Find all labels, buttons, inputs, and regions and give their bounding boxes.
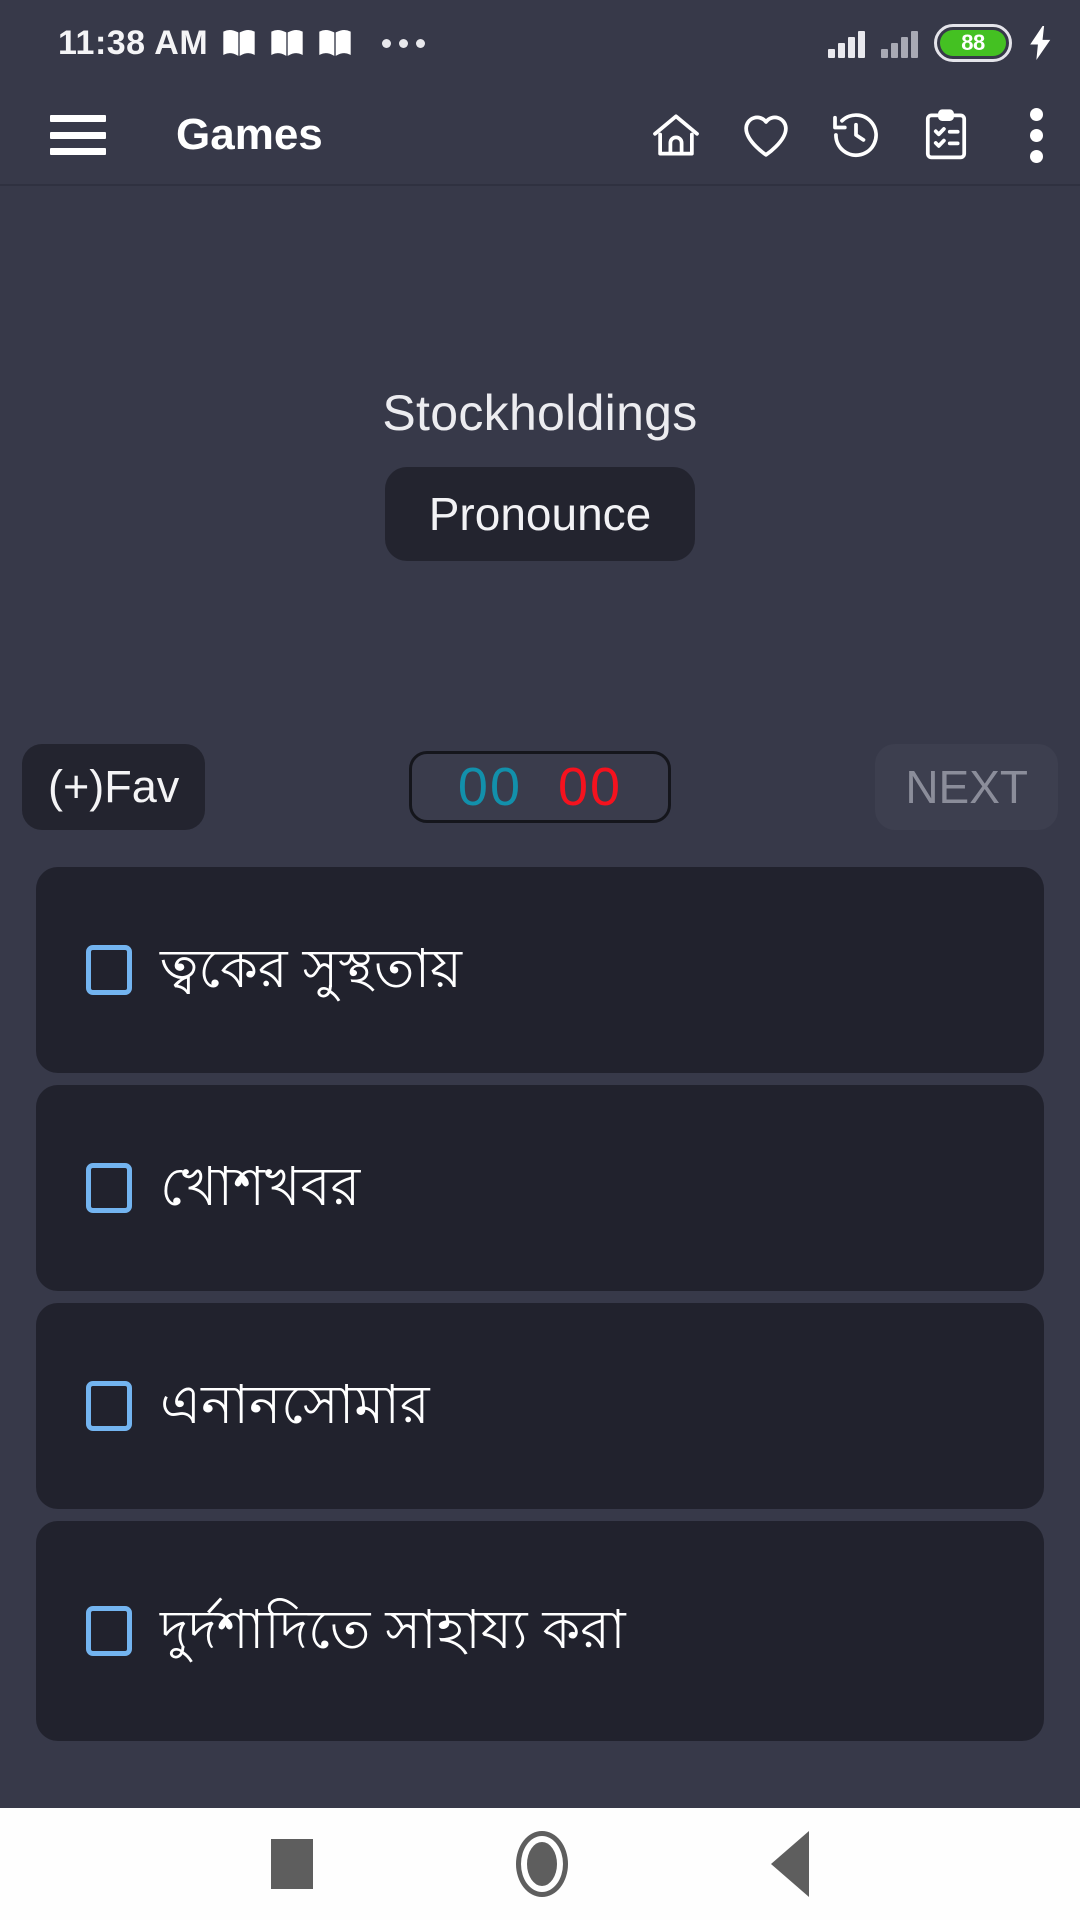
book-icon [223, 29, 255, 56]
option-checkbox[interactable] [86, 1381, 132, 1431]
control-row: (+)Fav 00 00 NEXT [0, 739, 1080, 835]
battery-icon: 88 [934, 24, 1012, 62]
app-bar: Games [0, 86, 1080, 186]
app-bar-actions [648, 107, 1058, 163]
option-card[interactable]: এনানসোমার [36, 1303, 1044, 1509]
clipboard-checklist-icon[interactable] [918, 107, 974, 163]
circle-home-icon[interactable] [515, 1831, 568, 1897]
history-icon[interactable] [828, 107, 884, 163]
option-card[interactable]: দুর্দশাদিতে সাহায্য করা [36, 1521, 1044, 1741]
lightning-bolt-icon [1030, 26, 1051, 60]
status-bar-right: 88 [828, 24, 1054, 62]
option-card[interactable]: ত্বকের সুস্থতায় [36, 867, 1044, 1073]
option-label: ত্বকের সুস্থতায় [160, 939, 462, 1000]
book-icon [271, 29, 303, 56]
signal-bars-icon [828, 28, 865, 58]
android-nav-bar [0, 1808, 1080, 1920]
score-box: 00 00 [409, 751, 671, 823]
status-bar-left: 11:38 AM [58, 23, 426, 63]
option-checkbox[interactable] [86, 945, 132, 995]
phone-screen: 11:38 AM 88 Games Stockholdings Pronounc… [0, 0, 1080, 1920]
pronounce-button[interactable]: Pronounce [384, 467, 696, 561]
option-label: দুর্দশাদিতে সাহায্য করা [160, 1600, 626, 1661]
triangle-back-icon[interactable] [770, 1831, 809, 1897]
add-favorite-button[interactable]: (+)Fav [22, 744, 206, 830]
home-icon[interactable] [648, 107, 704, 163]
status-time: 11:38 AM [58, 23, 209, 62]
signal-bars-icon [881, 28, 918, 58]
hamburger-menu-icon[interactable] [50, 115, 106, 155]
kebab-menu-icon[interactable] [1014, 107, 1058, 163]
option-label: খোশখবর [160, 1157, 361, 1218]
word-block: Stockholdings Pronounce [0, 386, 1080, 561]
battery-level-label: 88 [940, 30, 1006, 56]
score-wrong: 00 [558, 757, 623, 817]
main-content: Stockholdings Pronounce (+)Fav 00 00 NEX… [0, 186, 1080, 1808]
book-icon [319, 29, 351, 56]
option-label: এনানসোমার [160, 1375, 430, 1436]
options-list: ত্বকের সুস্থতায় খোশখবর এনানসোমার দুর্দশ… [0, 867, 1080, 1741]
word-text: Stockholdings [382, 385, 698, 441]
more-dots-icon [382, 38, 426, 48]
option-checkbox[interactable] [86, 1606, 132, 1656]
heart-icon[interactable] [738, 107, 794, 163]
next-button[interactable]: NEXT [875, 744, 1058, 830]
option-checkbox[interactable] [86, 1163, 132, 1213]
status-bar: 11:38 AM 88 [0, 0, 1080, 86]
square-recents-icon[interactable] [271, 1839, 314, 1889]
score-correct: 00 [457, 757, 522, 817]
option-card[interactable]: খোশখবর [36, 1085, 1044, 1291]
page-title: Games [176, 110, 323, 159]
